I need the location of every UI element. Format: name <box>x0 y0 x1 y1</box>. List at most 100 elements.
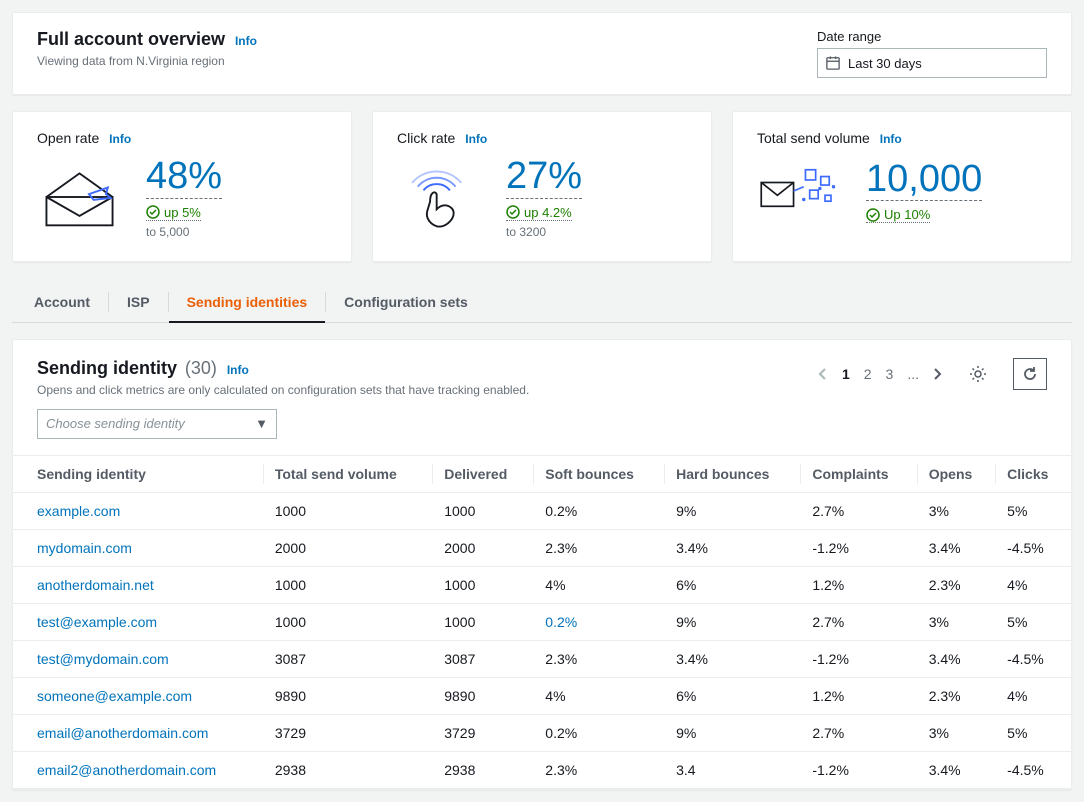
identity-link[interactable]: email@anotherdomain.com <box>37 725 208 741</box>
page-2[interactable]: 2 <box>864 366 872 382</box>
cell-cp: 1.2% <box>800 677 916 714</box>
select-placeholder: Choose sending identity <box>46 416 185 431</box>
envelope-send-icon <box>757 156 842 226</box>
tab-account[interactable]: Account <box>16 282 108 322</box>
cell-cl: -4.5% <box>995 529 1071 566</box>
cell-sb: 0.2% <box>533 603 664 640</box>
page-ellipsis: ... <box>907 366 919 382</box>
cell-cl: 5% <box>995 714 1071 751</box>
info-link-total-send[interactable]: Info <box>880 132 902 146</box>
header-left: Full account overview Info Viewing data … <box>37 29 257 68</box>
page-title: Full account overview <box>37 29 225 50</box>
cell-op: 3.4% <box>917 529 995 566</box>
col-0[interactable]: Sending identity <box>13 455 263 492</box>
cell-cp: -1.2% <box>800 529 916 566</box>
cell-sb: 2.3% <box>533 529 664 566</box>
tabs-row: Account ISP Sending identities Configura… <box>12 282 1072 323</box>
info-link-table[interactable]: Info <box>227 363 249 377</box>
col-4[interactable]: Hard bounces <box>664 455 800 492</box>
cell-sb: 2.3% <box>533 640 664 677</box>
calendar-icon <box>826 56 840 70</box>
cell-cl: -4.5% <box>995 751 1071 788</box>
identity-link[interactable]: anotherdomain.net <box>37 577 154 593</box>
date-range-block: Date range Last 30 days <box>817 29 1047 78</box>
col-1[interactable]: Total send volume <box>263 455 432 492</box>
table-row: example.com100010000.2%9%2.7%3%5% <box>13 492 1071 529</box>
tab-isp[interactable]: ISP <box>109 282 168 322</box>
tab-configuration-sets[interactable]: Configuration sets <box>326 282 486 322</box>
cell-sb: 4% <box>533 677 664 714</box>
identity-link[interactable]: test@example.com <box>37 614 157 630</box>
sending-identity-table: Sending identityTotal send volumeDeliver… <box>13 455 1071 789</box>
cell-cl: 5% <box>995 492 1071 529</box>
table-row: mydomain.com200020002.3%3.4%-1.2%3.4%-4.… <box>13 529 1071 566</box>
cell-tsv: 1000 <box>263 566 432 603</box>
cell-sb: 4% <box>533 566 664 603</box>
chevron-right-icon <box>933 368 943 380</box>
sending-identity-select[interactable]: Choose sending identity ▼ <box>37 409 277 439</box>
col-5[interactable]: Complaints <box>800 455 916 492</box>
cell-del: 2938 <box>432 751 533 788</box>
date-range-select[interactable]: Last 30 days <box>817 48 1047 78</box>
gear-icon <box>969 365 987 383</box>
table-row: anotherdomain.net100010004%6%1.2%2.3%4% <box>13 566 1071 603</box>
cell-cp: -1.2% <box>800 640 916 677</box>
refresh-button[interactable] <box>1013 358 1047 390</box>
identity-link[interactable]: example.com <box>37 503 120 519</box>
cell-del: 1000 <box>432 492 533 529</box>
col-2[interactable]: Delivered <box>432 455 533 492</box>
col-7[interactable]: Clicks <box>995 455 1071 492</box>
pagination-prev[interactable] <box>818 368 828 380</box>
cell-del: 3087 <box>432 640 533 677</box>
pagination-next[interactable] <box>933 368 943 380</box>
tab-sending-identities[interactable]: Sending identities <box>169 282 326 322</box>
header-subtitle: Viewing data from N.Virginia region <box>37 54 257 68</box>
pagination: 1 2 3 ... <box>818 366 943 382</box>
cell-del: 1000 <box>432 603 533 640</box>
cell-cl: -4.5% <box>995 640 1071 677</box>
date-range-label: Date range <box>817 29 1047 44</box>
info-link-click-rate[interactable]: Info <box>465 132 487 146</box>
cell-op: 2.3% <box>917 566 995 603</box>
info-link-open-rate[interactable]: Info <box>109 132 131 146</box>
cell-sb: 2.3% <box>533 751 664 788</box>
cell-hb: 3.4 <box>664 751 800 788</box>
cell-cl: 5% <box>995 603 1071 640</box>
card-click-rate: Click rate Info 27% up 4.2% to 3200 <box>372 111 712 262</box>
cell-tsv: 2938 <box>263 751 432 788</box>
cell-hb: 6% <box>664 677 800 714</box>
cell-tsv: 1000 <box>263 603 432 640</box>
col-3[interactable]: Soft bounces <box>533 455 664 492</box>
table-row: test@mydomain.com308730872.3%3.4%-1.2%3.… <box>13 640 1071 677</box>
identity-link[interactable]: mydomain.com <box>37 540 132 556</box>
cell-op: 3% <box>917 603 995 640</box>
col-6[interactable]: Opens <box>917 455 995 492</box>
identity-link[interactable]: someone@example.com <box>37 688 192 704</box>
identity-link[interactable]: email2@anotherdomain.com <box>37 762 216 778</box>
cell-del: 1000 <box>432 566 533 603</box>
envelope-open-icon <box>37 162 122 232</box>
identity-link[interactable]: test@mydomain.com <box>37 651 169 667</box>
cell-cl: 4% <box>995 566 1071 603</box>
cell-sb: 0.2% <box>533 492 664 529</box>
cell-tsv: 3087 <box>263 640 432 677</box>
settings-button[interactable] <box>961 358 995 390</box>
check-circle-icon <box>866 208 880 222</box>
cell-cp: 2.7% <box>800 492 916 529</box>
click-rate-value: 27% <box>506 156 582 199</box>
cell-tsv: 2000 <box>263 529 432 566</box>
cell-cl: 4% <box>995 677 1071 714</box>
page-3[interactable]: 3 <box>886 366 894 382</box>
cell-tsv: 3729 <box>263 714 432 751</box>
date-range-value: Last 30 days <box>848 56 922 71</box>
cell-cp: 1.2% <box>800 566 916 603</box>
cell-del: 9890 <box>432 677 533 714</box>
sending-identity-panel: Sending identity (30) Info Opens and cli… <box>12 339 1072 790</box>
card-total-send: Total send volume Info 10,0 <box>732 111 1072 262</box>
table-count: (30) <box>185 358 217 378</box>
page-1[interactable]: 1 <box>842 366 850 382</box>
info-link-header[interactable]: Info <box>235 34 257 48</box>
card-total-send-title: Total send volume <box>757 130 870 146</box>
chevron-left-icon <box>818 368 828 380</box>
hand-click-icon <box>397 162 482 232</box>
